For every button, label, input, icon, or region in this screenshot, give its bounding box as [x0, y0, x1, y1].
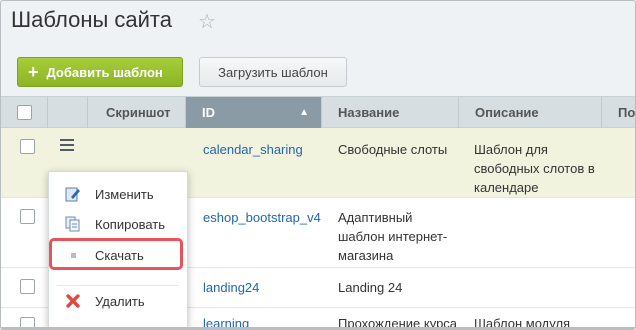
- select-all-cell: [1, 97, 48, 128]
- row-description: Шаблон для свободных слотов в календаре: [474, 142, 595, 195]
- column-more[interactable]: По: [602, 97, 635, 128]
- row-id[interactable]: eshop_bootstrap_v4: [203, 208, 321, 227]
- star-icon[interactable]: ☆: [198, 9, 216, 34]
- edit-icon: [65, 187, 80, 202]
- page-title: Шаблоны сайта: [11, 7, 172, 32]
- column-screenshot[interactable]: Скриншот: [88, 97, 186, 128]
- toolbar: + Добавить шаблон Загрузить шаблон: [1, 48, 635, 96]
- grid-header: Скриншот ID ▲ Название Описание По: [1, 96, 635, 128]
- delete-icon: [66, 294, 80, 308]
- row-name: Landing 24: [338, 280, 403, 295]
- column-id-label: ID: [202, 105, 215, 120]
- add-template-button[interactable]: + Добавить шаблон: [17, 57, 183, 87]
- menu-item-label: Удалить: [95, 293, 145, 309]
- actions-column-header: [48, 97, 88, 128]
- row-name: Адаптивный шаблон интернет-магазина: [338, 210, 448, 263]
- row-id[interactable]: landing24: [203, 278, 259, 297]
- menu-item-edit[interactable]: Изменить: [49, 179, 187, 209]
- row-checkbox[interactable]: [20, 279, 35, 294]
- menu-item-label: Изменить: [95, 186, 154, 202]
- copy-icon: [65, 216, 80, 232]
- sort-ascending-icon: ▲: [299, 107, 309, 118]
- window-bottom-border: [1, 327, 635, 329]
- menu-item-label: Копировать: [95, 216, 165, 232]
- add-template-label: Добавить шаблон: [46, 64, 163, 80]
- row-checkbox[interactable]: [20, 139, 35, 154]
- row-checkbox[interactable]: [20, 209, 35, 224]
- column-id[interactable]: ID ▲: [186, 97, 322, 128]
- menu-item-copy[interactable]: Копировать: [49, 209, 187, 239]
- menu-item-delete[interactable]: Удалить: [49, 286, 187, 316]
- plus-icon: +: [28, 62, 39, 82]
- row-name: Свободные слоты: [338, 142, 448, 157]
- select-all-checkbox[interactable]: [16, 105, 32, 120]
- download-highlight-frame: [49, 238, 183, 270]
- column-description[interactable]: Описание: [459, 97, 602, 128]
- column-name[interactable]: Название: [322, 97, 459, 128]
- upload-template-button[interactable]: Загрузить шаблон: [199, 57, 347, 87]
- window: Шаблоны сайта ☆ + Добавить шаблон Загруз…: [0, 0, 636, 330]
- row-id[interactable]: calendar_sharing: [203, 140, 303, 159]
- row-menu-icon[interactable]: [60, 139, 74, 154]
